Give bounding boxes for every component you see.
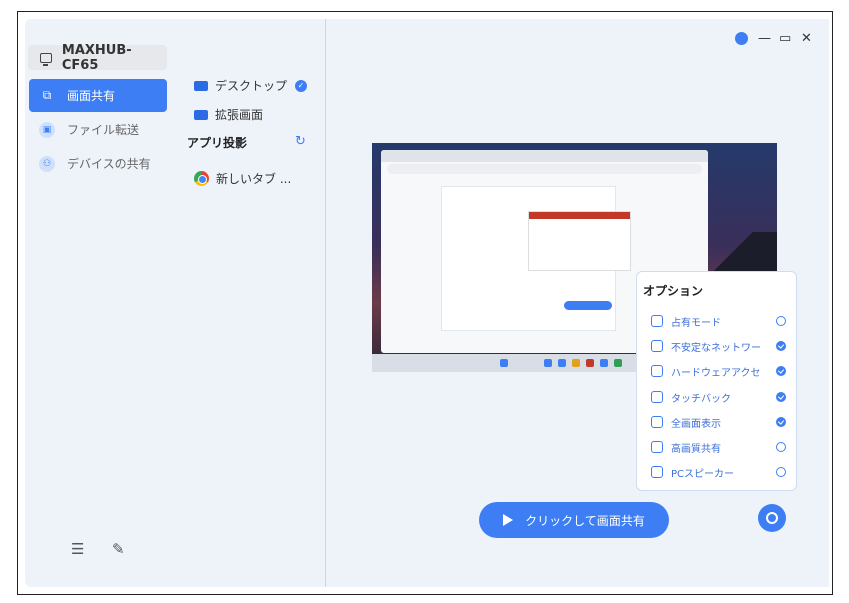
check-icon: ✓ [295, 79, 308, 92]
file-transfer-icon: ▣ [39, 121, 55, 138]
screen-share-icon: ⧉ [42, 88, 52, 102]
hq-icon [651, 441, 663, 453]
close-icon[interactable]: ✕ [801, 31, 812, 46]
lightning-icon [651, 340, 663, 352]
option-unstable-network[interactable]: 不安定なネットワー [651, 338, 786, 354]
chip-icon [651, 365, 663, 377]
play-icon [503, 514, 514, 526]
option-label: 全画面表示 [671, 418, 721, 430]
sidebar-item-label: ファイル転送 [67, 123, 140, 137]
taskbar-icon [558, 359, 566, 367]
options-panel [636, 271, 797, 491]
taskbar-icon [600, 359, 608, 367]
option-toggle[interactable] [776, 392, 786, 402]
preview-address-bar [387, 164, 702, 174]
option-toggle[interactable] [776, 467, 786, 477]
taskbar-icon [586, 359, 594, 367]
option-label: 占有モード [671, 317, 721, 329]
preview-slide [528, 211, 631, 271]
refresh-icon[interactable]: ↻ [295, 134, 306, 149]
options-title: オプション [643, 284, 704, 298]
taskbar-icon [572, 359, 580, 367]
option-exclusive-mode[interactable]: 占有モード [651, 313, 786, 329]
option-toggle[interactable] [776, 442, 786, 452]
option-label: 高画質共有 [671, 443, 721, 455]
option-touchback[interactable]: タッチバック [651, 389, 786, 405]
source-label: デスクトップ [215, 79, 288, 93]
monitor-icon [40, 52, 52, 66]
app-cast-title: アプリ投影 [187, 136, 248, 150]
fullscreen-icon [651, 416, 663, 428]
speaker-icon [651, 466, 663, 478]
device-name[interactable]: MAXHUB-CF65 [28, 42, 167, 73]
device-name-label: MAXHUB-CF65 [61, 42, 132, 73]
option-hardware-accel[interactable]: ハードウェアアクセ [651, 363, 786, 379]
taskbar-icon [500, 359, 508, 367]
extended-screen-icon [194, 109, 208, 120]
minimize-icon[interactable]: — [758, 31, 771, 46]
option-hq-share[interactable]: 高画質共有 [651, 439, 786, 455]
preview-tab-bar [381, 150, 708, 162]
preview-share-button [564, 301, 612, 310]
touch-icon [651, 391, 663, 403]
source-desktop[interactable]: デスクトップ ✓ [194, 77, 308, 94]
start-share-button[interactable]: クリックして画面共有 [479, 502, 669, 538]
share-source-panel [175, 19, 326, 587]
option-toggle[interactable] [776, 341, 786, 351]
chrome-icon [194, 171, 209, 186]
menu-icon[interactable]: ☰ [71, 540, 84, 558]
sidebar-item-file-transfer[interactable]: ▣ ファイル転送 [29, 113, 167, 146]
settings-icon [766, 512, 778, 524]
sidebar-item-label: 画面共有 [67, 89, 116, 103]
feedback-icon[interactable]: ✎ [112, 540, 125, 558]
option-toggle[interactable] [776, 366, 786, 376]
app-item[interactable]: 新しいタブ ... [194, 170, 291, 187]
taskbar-icon [544, 359, 552, 367]
source-extended-screen[interactable]: 拡張画面 [194, 106, 263, 123]
app-label: 新しいタブ ... [216, 172, 292, 186]
option-pc-speaker[interactable]: PCスピーカー [651, 464, 786, 480]
desktop-icon [194, 80, 208, 91]
share-button-label: クリックして画面共有 [525, 513, 645, 528]
option-label: ハードウェアアクセ [671, 367, 761, 379]
sidebar-item-device-share[interactable]: ⚇ デバイスの共有 [29, 147, 167, 180]
option-toggle[interactable] [776, 316, 786, 326]
option-label: 不安定なネットワー [671, 342, 761, 354]
option-label: PCスピーカー [671, 468, 735, 480]
device-share-icon: ⚇ [39, 155, 55, 172]
sidebar-item-label: デバイスの共有 [67, 157, 151, 171]
pin-icon[interactable] [735, 32, 748, 45]
maximize-icon[interactable]: ▭ [779, 31, 791, 46]
option-toggle[interactable] [776, 417, 786, 427]
option-fullscreen[interactable]: 全画面表示 [651, 414, 786, 430]
option-label: タッチバック [671, 393, 731, 405]
source-label: 拡張画面 [215, 108, 264, 122]
exclusive-mode-icon [651, 315, 663, 327]
settings-button[interactable] [758, 504, 786, 532]
taskbar-icon [614, 359, 622, 367]
sidebar-item-screen-share[interactable]: ⧉ 画面共有 [29, 79, 167, 112]
